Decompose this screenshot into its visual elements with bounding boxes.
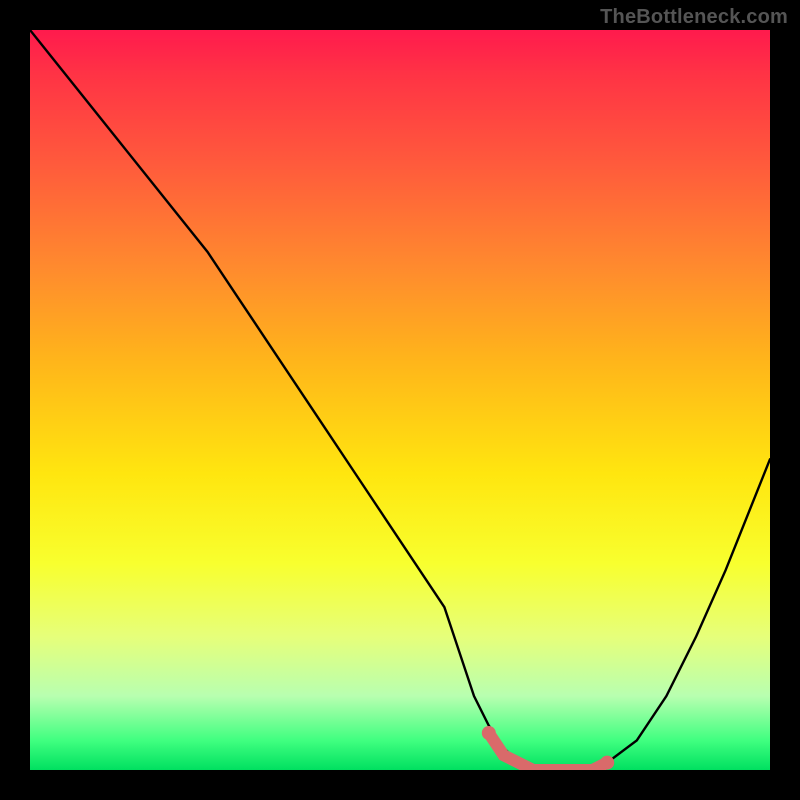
chart-background-gradient bbox=[30, 30, 770, 770]
watermark-text: TheBottleneck.com bbox=[600, 6, 788, 29]
chart-frame bbox=[30, 30, 770, 770]
